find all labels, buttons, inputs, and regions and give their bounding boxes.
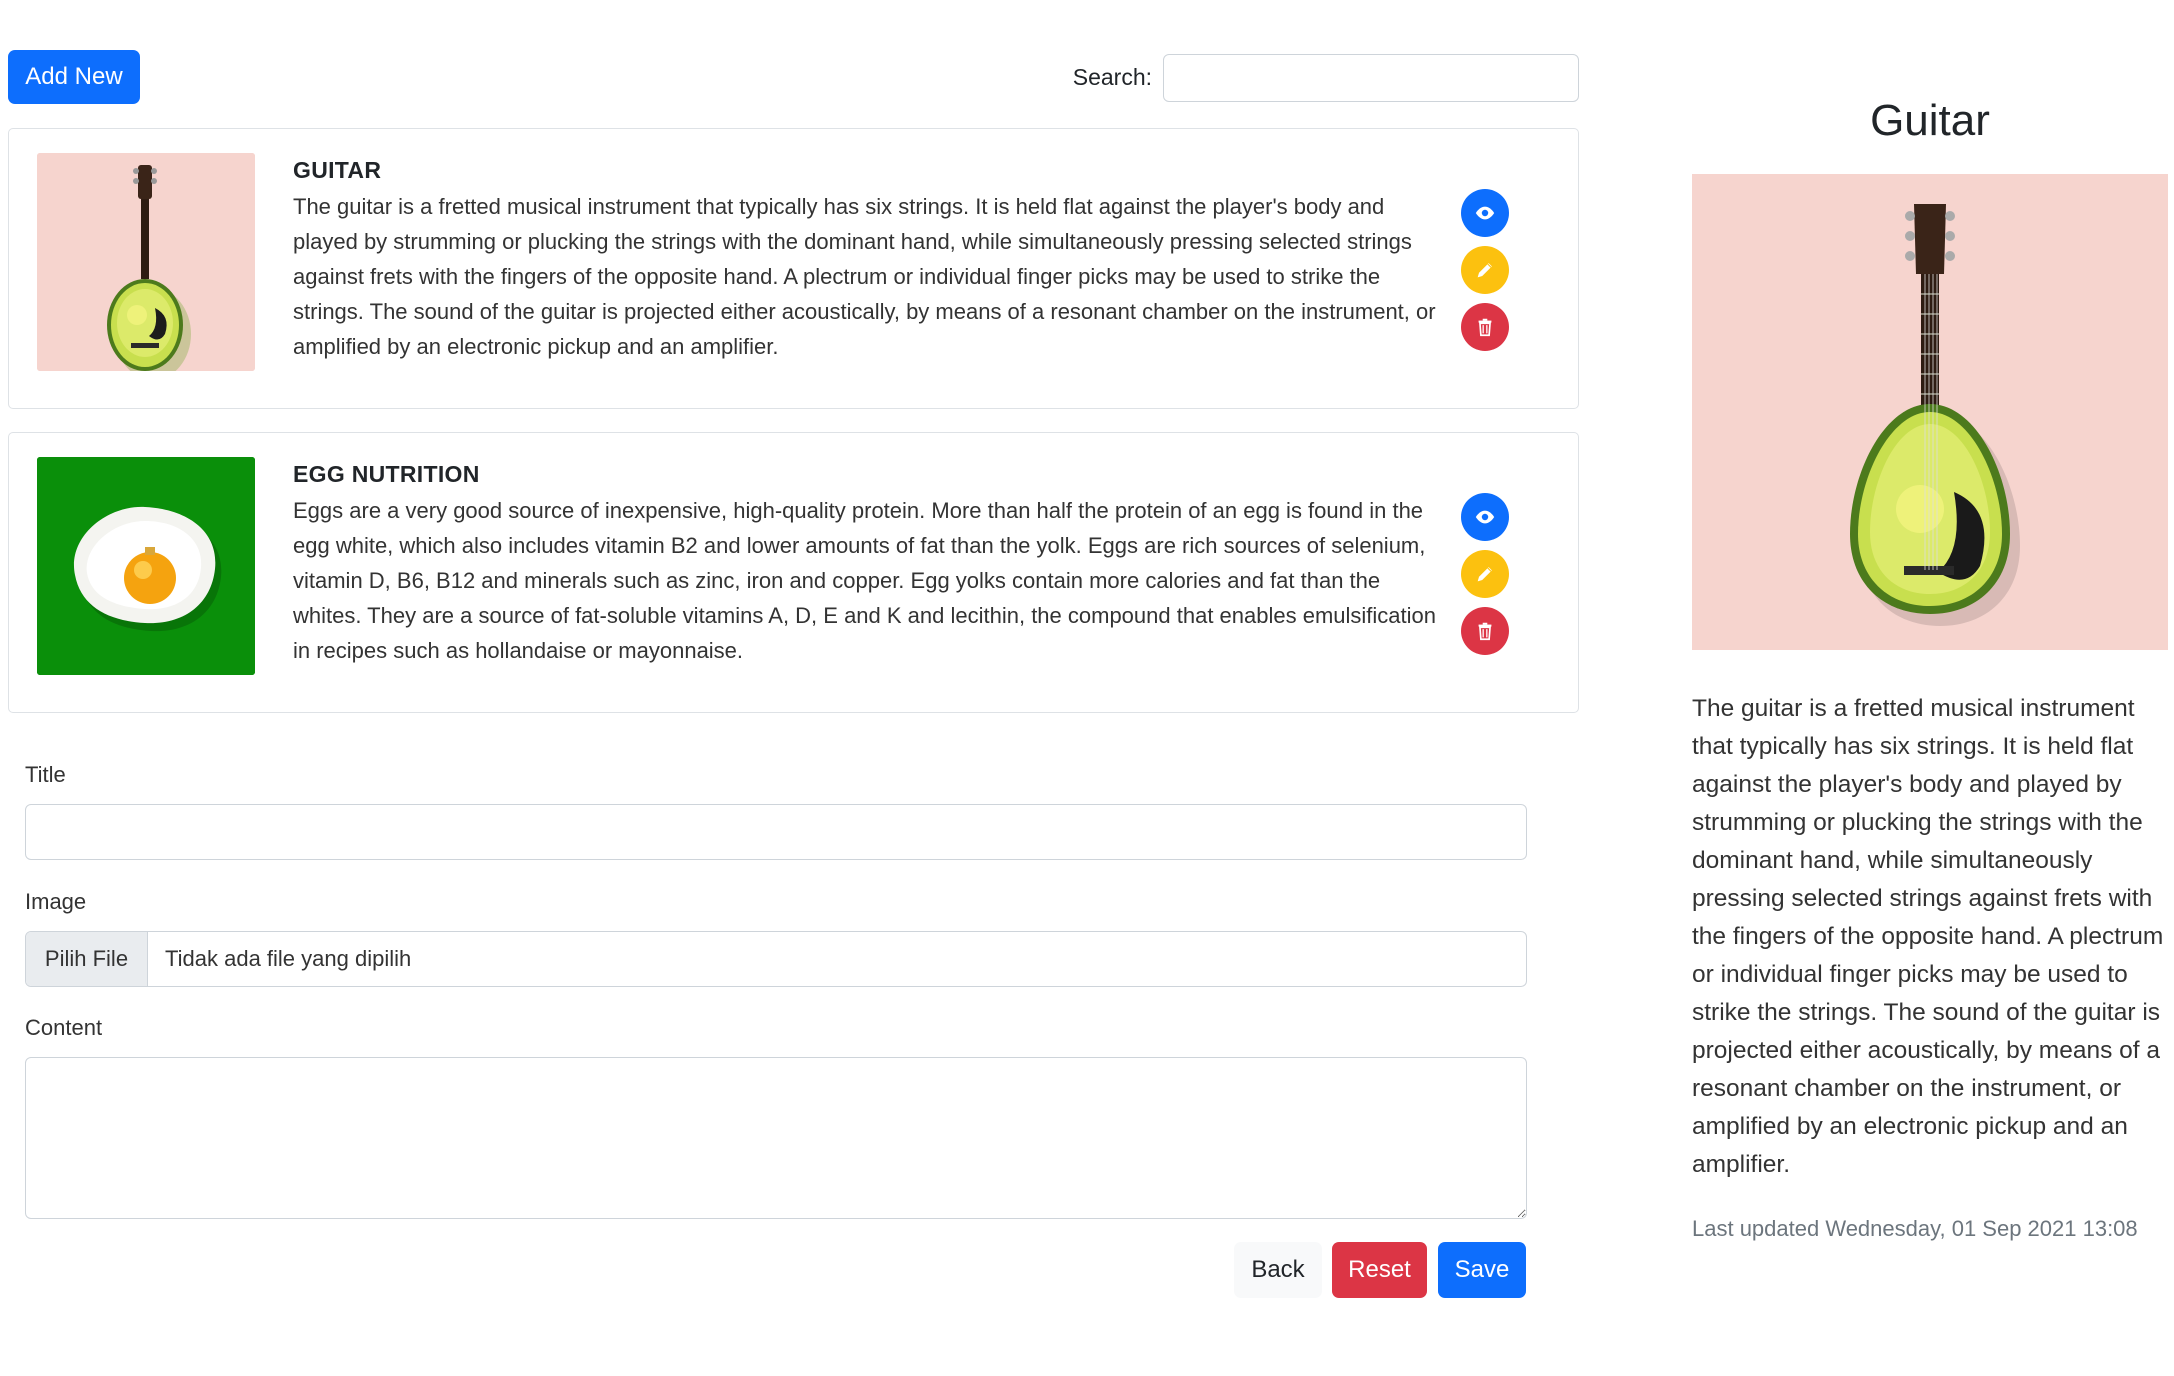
- back-button[interactable]: Back: [1234, 1242, 1322, 1298]
- file-status-text: Tidak ada file yang dipilih: [165, 946, 412, 971]
- avocado-guitar-image: [1692, 174, 2168, 650]
- pencil-icon: [1477, 263, 1492, 278]
- content-label: Content: [25, 1015, 103, 1040]
- content-textarea[interactable]: [25, 1057, 1527, 1219]
- eye-icon: [1475, 206, 1495, 220]
- add-new-button[interactable]: Add New: [8, 50, 140, 104]
- title-label: Title: [25, 762, 66, 787]
- fried-egg-ornament-image: [37, 457, 255, 675]
- view-button[interactable]: [1461, 189, 1509, 237]
- last-updated-text: Last updated Wednesday, 01 Sep 2021 13:0…: [1692, 1216, 2138, 1241]
- item-content: Eggs are a very good source of inexpensi…: [293, 498, 1437, 663]
- image-label: Image: [25, 889, 87, 914]
- delete-button[interactable]: [1461, 303, 1509, 351]
- search-input[interactable]: [1163, 54, 1579, 102]
- item-content: The guitar is a fretted musical instrume…: [293, 194, 1436, 359]
- list-item: EGG NUTRITION Eggs are a very good sourc…: [8, 432, 1579, 713]
- avocado-guitar-image: [37, 153, 255, 371]
- save-button[interactable]: Save: [1438, 1242, 1526, 1298]
- list-item: GUITAR The guitar is a fretted musical i…: [8, 128, 1579, 409]
- delete-button[interactable]: [1461, 607, 1509, 655]
- trash-icon: [1478, 622, 1492, 641]
- image-file-input[interactable]: Pilih File Tidak ada file yang dipilih: [25, 931, 1527, 987]
- item-title: GUITAR: [293, 157, 382, 183]
- detail-title: Guitar: [1870, 96, 1990, 145]
- search-label: Search:: [1072, 64, 1152, 90]
- detail-content: The guitar is a fretted musical instrume…: [1692, 695, 2164, 1178]
- edit-button[interactable]: [1461, 550, 1509, 598]
- edit-button[interactable]: [1461, 246, 1509, 294]
- view-button[interactable]: [1461, 493, 1509, 541]
- title-input[interactable]: [25, 804, 1527, 860]
- reset-button[interactable]: Reset: [1332, 1242, 1427, 1298]
- pencil-icon: [1477, 567, 1492, 582]
- eye-icon: [1475, 510, 1495, 524]
- choose-file-button[interactable]: Pilih File: [26, 932, 148, 986]
- trash-icon: [1478, 318, 1492, 337]
- item-title: EGG NUTRITION: [293, 461, 480, 487]
